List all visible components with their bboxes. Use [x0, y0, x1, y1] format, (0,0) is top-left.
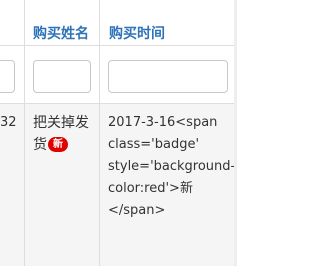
- filter-input-previous-column[interactable]: [0, 60, 15, 93]
- data-table: 购买姓名 购买时间 32 把关掉发 货新 2017-3-16<span clas…: [0, 0, 237, 266]
- column-header-buyer-name[interactable]: 购买姓名: [33, 0, 89, 46]
- filter-input-purchase-time[interactable]: [108, 60, 228, 93]
- purchase-time-cell: 2017-3-16<span class='badge' style='back…: [108, 112, 236, 222]
- purchase-time-line: class='badge': [108, 137, 200, 152]
- column-divider: [99, 0, 100, 266]
- buyer-name-text-line-2: 货新: [33, 134, 101, 156]
- buyer-name-text-end: 货: [33, 137, 47, 153]
- table-row: 32 把关掉发 货新 2017-3-16<span class='badge' …: [0, 104, 237, 266]
- purchase-time-line: </span>: [108, 203, 166, 218]
- buyer-name-cell: 把关掉发 货新: [33, 112, 101, 156]
- purchase-time-line: 2017-3-16<span: [108, 115, 218, 130]
- purchase-time-line: style='background-: [108, 159, 236, 174]
- buyer-name-text-line-1: 把关掉发: [33, 115, 89, 131]
- right-edge: [234, 0, 237, 266]
- column-divider: [24, 0, 25, 266]
- new-badge: 新: [48, 137, 68, 152]
- filter-divider: [0, 103, 237, 104]
- column-header-purchase-time[interactable]: 购买时间: [109, 0, 165, 46]
- filter-row: [0, 46, 237, 104]
- purchase-time-line: color:red'>新: [108, 181, 193, 196]
- truncated-cell-value: 32: [0, 115, 17, 130]
- table-header: 购买姓名 购买时间: [0, 0, 237, 46]
- header-divider: [0, 45, 237, 46]
- filter-input-buyer-name[interactable]: [33, 60, 91, 93]
